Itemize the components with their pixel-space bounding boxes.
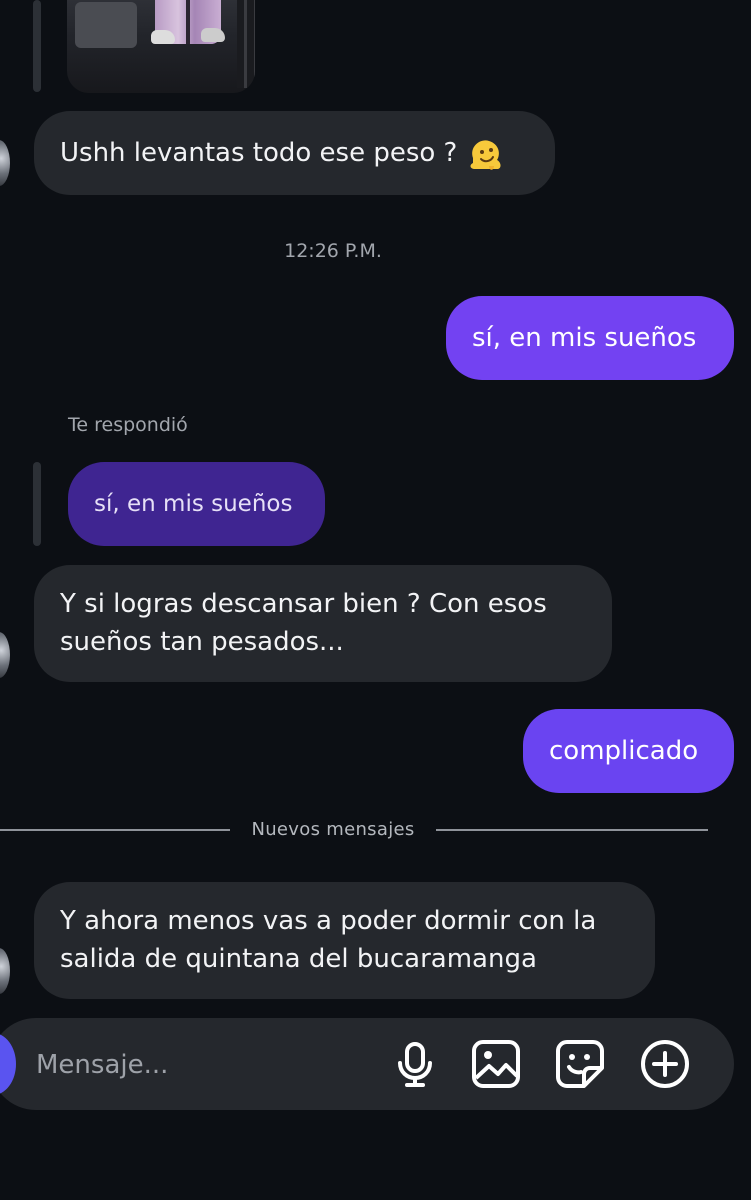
avatar[interactable]	[0, 632, 10, 678]
incoming-message[interactable]: Ushh levantas todo ese peso ?	[34, 111, 555, 195]
message-text-line: Y si logras descansar bien ? Con esos	[60, 589, 547, 619]
outgoing-message[interactable]: sí, en mis sueños	[446, 296, 734, 380]
reply-indicator-bar	[33, 462, 41, 546]
outgoing-message[interactable]: complicado	[523, 709, 734, 793]
timestamp: 12:26 P.M.	[284, 240, 382, 262]
photo-message[interactable]	[67, 0, 255, 93]
incoming-message[interactable]: Y si logras descansar bien ? Con esos su…	[34, 565, 612, 682]
microphone-icon[interactable]	[389, 1038, 441, 1090]
photo-bench	[75, 2, 137, 48]
message-input[interactable]	[34, 1038, 378, 1092]
incoming-message[interactable]: Y ahora menos vas a poder dormir con la …	[34, 882, 655, 999]
gallery-icon[interactable]	[470, 1038, 522, 1090]
message-text: sí, en mis sueños	[472, 323, 697, 353]
quoted-text: sí, en mis sueños	[94, 491, 293, 517]
replied-label: Te respondió	[68, 414, 188, 436]
sticker-icon[interactable]	[554, 1038, 606, 1090]
avatar[interactable]	[0, 140, 10, 186]
quoted-message[interactable]: sí, en mis sueños	[68, 462, 325, 546]
message-text-line: sueños tan pesados...	[60, 627, 344, 657]
message-text: complicado	[549, 736, 699, 766]
message-text-line: Y ahora menos vas a poder dormir con la	[60, 906, 597, 936]
photo-shoe	[151, 30, 175, 44]
divider-line	[436, 829, 708, 831]
photo-weight-plates	[237, 0, 255, 88]
message-text-line: salida de quintana del bucaramanga	[60, 944, 537, 974]
reply-indicator-bar	[33, 0, 41, 92]
plus-circle-icon[interactable]	[639, 1038, 691, 1090]
message-text: Ushh levantas todo ese peso ?	[60, 138, 458, 168]
photo-shoe	[201, 28, 225, 42]
melting-face-emoji	[467, 138, 503, 172]
avatar[interactable]	[0, 948, 10, 994]
